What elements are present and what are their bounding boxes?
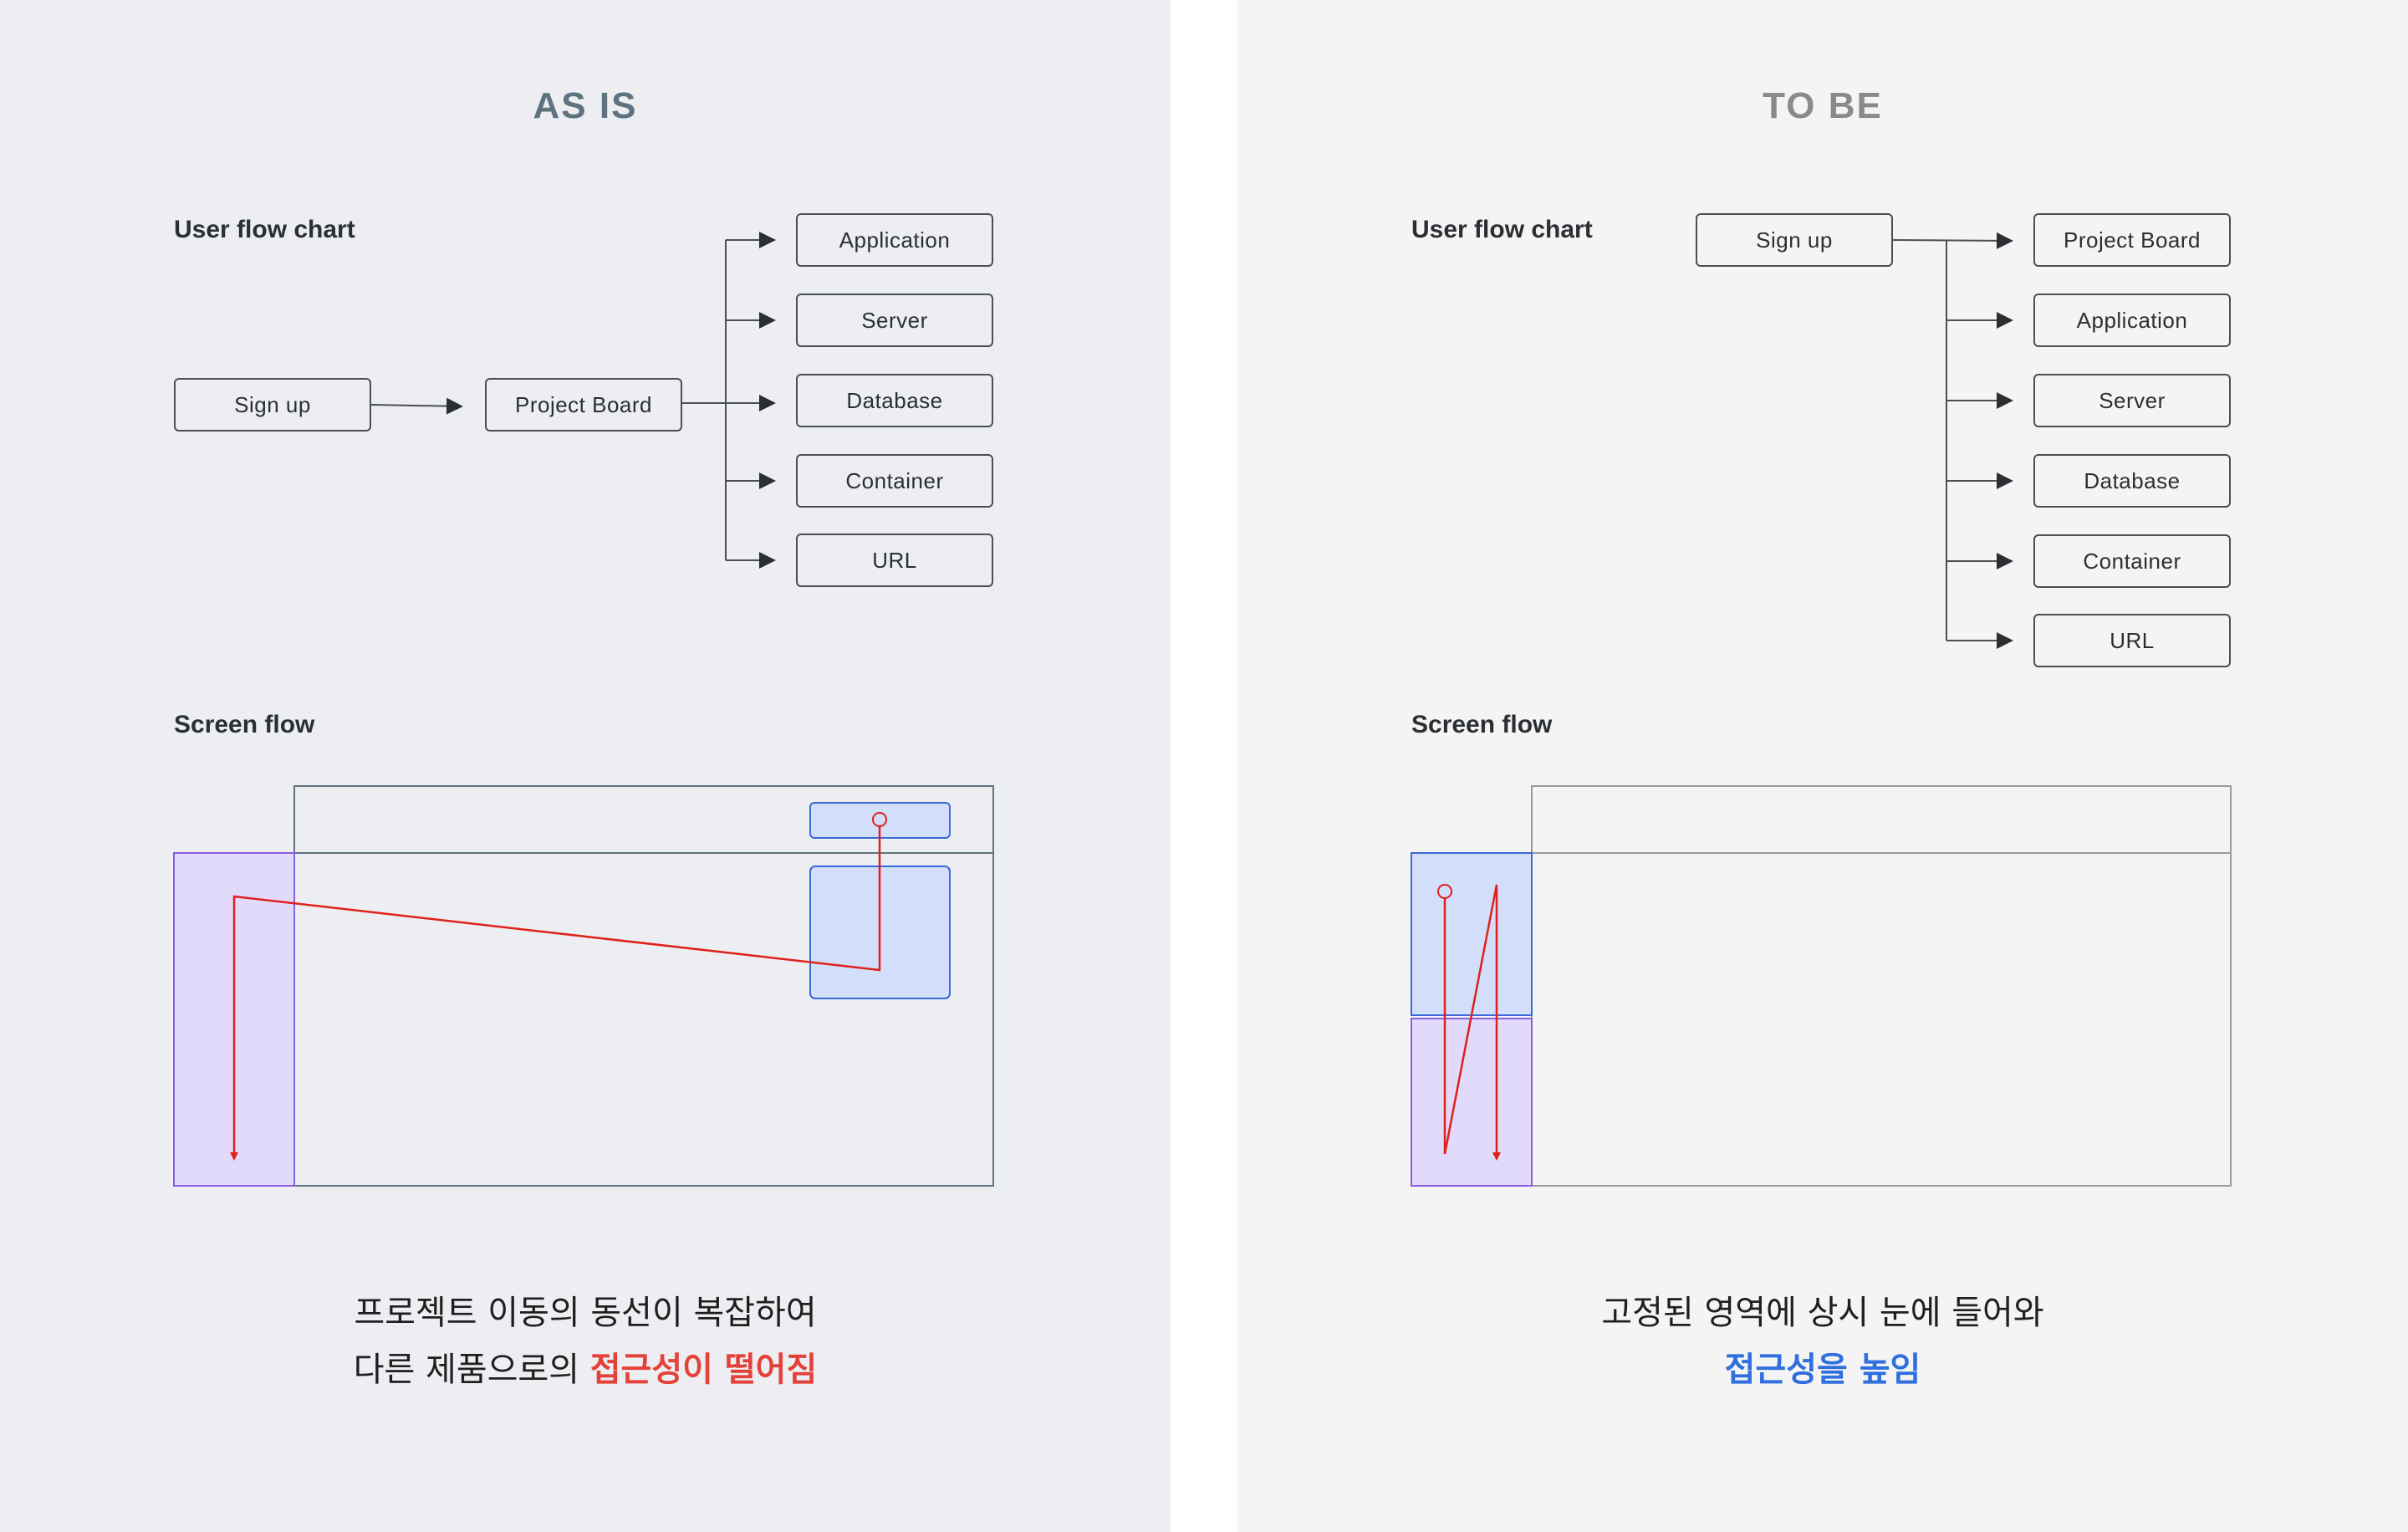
as-is-title: AS IS xyxy=(533,85,638,126)
side-navigation-highlight xyxy=(173,852,295,1187)
as-is-node-container: Container xyxy=(796,454,993,508)
to-be-eye-flow-path xyxy=(1443,884,1501,1161)
as-is-eye-flow-path xyxy=(230,826,881,1161)
to-be-caption-highlight: 접근성을 높임 xyxy=(1724,1351,1921,1389)
as-is-node-project-board: Project Board xyxy=(485,378,682,432)
to-be-caption: 고정된 영역에 상시 눈에 들어와 접근성을 높임 xyxy=(1237,1284,2408,1398)
to-be-node-server: Server xyxy=(2033,374,2231,427)
flow-start-point xyxy=(872,812,887,827)
as-is-caption: 프로젝트 이동의 동선이 복잡하여 다른 제품으로의 접근성이 떨어짐 xyxy=(0,1284,1171,1398)
dropdown-panel-highlight xyxy=(809,866,951,999)
fixed-project-area-highlight xyxy=(1411,852,1533,1016)
as-is-node-database: Database xyxy=(796,374,993,427)
edge-signup-to-project-board xyxy=(1892,232,2013,249)
flow-start-point xyxy=(1437,884,1452,899)
to-be-node-container: Container xyxy=(2033,534,2231,588)
as-is-node-application: Application xyxy=(796,213,993,267)
to-be-screen-flow-label: Screen flow xyxy=(1411,711,1553,738)
as-is-user-flow-label: User flow chart xyxy=(174,216,355,243)
as-is-panel: AS IS User flow chart Sign up Project Bo… xyxy=(0,0,1171,1532)
as-is-caption-line-2: 다른 제품으로의 접근성이 떨어짐 xyxy=(0,1341,1171,1398)
header-button-highlight xyxy=(809,802,951,839)
as-is-node-url: URL xyxy=(796,534,993,587)
screen-wireframe xyxy=(293,785,994,1187)
as-is-caption-line-1: 프로젝트 이동의 동선이 복잡하여 xyxy=(354,1294,817,1332)
to-be-node-application: Application xyxy=(2033,294,2231,347)
to-be-node-database: Database xyxy=(2033,454,2231,508)
screen-wireframe xyxy=(1531,785,2232,1187)
as-is-screen-flow-label: Screen flow xyxy=(174,711,315,738)
to-be-panel: TO BE User flow chart Sign up Project Bo… xyxy=(1237,0,2408,1532)
to-be-caption-line-1: 고정된 영역에 상시 눈에 들어와 xyxy=(1601,1294,2044,1332)
as-is-node-sign-up: Sign up xyxy=(174,378,371,432)
as-is-caption-highlight: 접근성이 떨어짐 xyxy=(589,1351,818,1389)
to-be-title: TO BE xyxy=(1763,85,1883,126)
to-be-node-sign-up: Sign up xyxy=(1696,213,1893,267)
edge-signup-to-project-board xyxy=(370,397,463,415)
to-be-node-project-board: Project Board xyxy=(2033,213,2231,267)
as-is-node-server: Server xyxy=(796,294,993,347)
side-navigation-highlight xyxy=(1411,1018,1533,1187)
to-be-user-flow-label: User flow chart xyxy=(1411,216,1593,243)
as-is-caption-line-2-prefix: 다른 제품으로의 xyxy=(353,1351,590,1389)
to-be-node-url: URL xyxy=(2033,614,2231,667)
